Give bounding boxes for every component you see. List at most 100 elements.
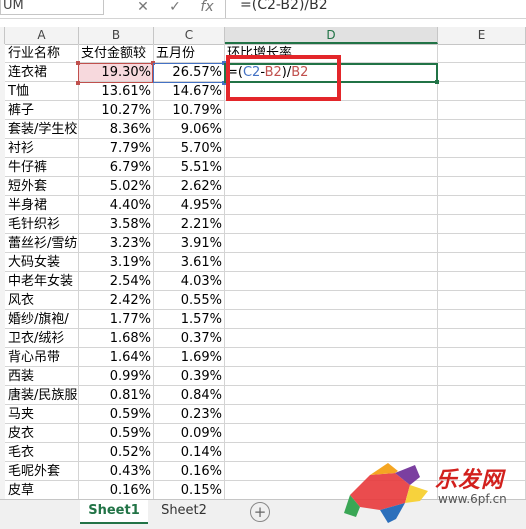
cell-may-share[interactable]: 3.91%	[154, 234, 225, 253]
cell-payment-share[interactable]: 6.79%	[79, 158, 154, 177]
cell-industry-name[interactable]: 唐装/民族服	[5, 386, 79, 405]
cell-empty[interactable]	[438, 177, 526, 196]
cell-may-share[interactable]: 0.16%	[154, 462, 225, 481]
cell-may-share[interactable]: 10.79%	[154, 101, 225, 120]
cell-empty[interactable]	[438, 348, 526, 367]
cell-payment-share[interactable]: 0.99%	[79, 367, 154, 386]
cell-growth-rate[interactable]	[225, 405, 438, 424]
cell-growth-rate[interactable]	[225, 177, 438, 196]
cell-empty[interactable]	[438, 367, 526, 386]
cell-growth-rate[interactable]	[225, 291, 438, 310]
cell-industry-name[interactable]: 大码女装	[5, 253, 79, 272]
cell-may-share[interactable]: 1.57%	[154, 310, 225, 329]
cell-industry-name[interactable]: 牛仔裤	[5, 158, 79, 177]
cell-growth-rate[interactable]	[225, 367, 438, 386]
cell-payment-share[interactable]: 0.81%	[79, 386, 154, 405]
cell-industry-name[interactable]: 套装/学生校	[5, 120, 79, 139]
cell-a1[interactable]: 行业名称	[5, 44, 79, 63]
cell-industry-name[interactable]: 毛呢外套	[5, 462, 79, 481]
name-box[interactable]: UM	[0, 0, 104, 15]
cell-empty[interactable]	[438, 424, 526, 443]
column-header-b[interactable]: B	[79, 27, 154, 44]
cell-empty[interactable]	[438, 272, 526, 291]
cell-empty[interactable]	[438, 63, 526, 82]
reference-handle[interactable]	[76, 61, 80, 65]
cell-industry-name[interactable]: 皮草	[5, 481, 79, 500]
column-header-a[interactable]: A	[5, 27, 79, 44]
cell-payment-share[interactable]: 7.79%	[79, 139, 154, 158]
column-header-d[interactable]: D	[225, 27, 438, 44]
cell-growth-rate[interactable]	[225, 101, 438, 120]
cell-may-share[interactable]: 2.62%	[154, 177, 225, 196]
tab-sheet2[interactable]: Sheet2	[153, 500, 215, 522]
cell-industry-name[interactable]: 连衣裙	[5, 63, 79, 82]
cell-may-share[interactable]: 5.51%	[154, 158, 225, 177]
cell-may-share[interactable]: 0.39%	[154, 367, 225, 386]
cell-payment-share[interactable]: 1.77%	[79, 310, 154, 329]
cell-empty[interactable]	[438, 158, 526, 177]
cell-payment-share[interactable]: 3.19%	[79, 253, 154, 272]
cell-payment-share[interactable]: 3.23%	[79, 234, 154, 253]
cancel-icon[interactable]: ✕	[128, 0, 158, 16]
cell-growth-rate[interactable]	[225, 386, 438, 405]
cell-payment-share[interactable]: 2.54%	[79, 272, 154, 291]
cell-payment-share[interactable]: 5.02%	[79, 177, 154, 196]
fill-handle[interactable]	[435, 80, 439, 84]
cell-empty[interactable]	[438, 215, 526, 234]
cell-growth-rate[interactable]	[225, 424, 438, 443]
cell-empty[interactable]	[438, 120, 526, 139]
cell-payment-share[interactable]: 2.42%	[79, 291, 154, 310]
cell-may-share[interactable]: 2.21%	[154, 215, 225, 234]
cell-may-share[interactable]: 0.55%	[154, 291, 225, 310]
cell-may-share[interactable]: 0.23%	[154, 405, 225, 424]
cell-empty[interactable]	[438, 329, 526, 348]
column-header-e[interactable]: E	[438, 27, 526, 44]
cell-payment-share[interactable]: 0.43%	[79, 462, 154, 481]
cell-industry-name[interactable]: 西装	[5, 367, 79, 386]
cell-payment-share[interactable]: 0.16%	[79, 481, 154, 500]
cell-payment-share[interactable]: 0.52%	[79, 443, 154, 462]
cell-may-share[interactable]: 3.61%	[154, 253, 225, 272]
cell-payment-share[interactable]: 10.27%	[79, 101, 154, 120]
cell-growth-rate[interactable]	[225, 253, 438, 272]
cell-growth-rate[interactable]	[225, 158, 438, 177]
cell-payment-share[interactable]: 1.64%	[79, 348, 154, 367]
cell-industry-name[interactable]: 马夹	[5, 405, 79, 424]
cell-empty[interactable]	[438, 253, 526, 272]
cell-empty[interactable]	[438, 386, 526, 405]
cell-industry-name[interactable]: 毛衣	[5, 443, 79, 462]
cell-growth-rate[interactable]	[225, 234, 438, 253]
cell-e1[interactable]	[438, 44, 526, 63]
formula-input[interactable]: =(C2-B2)/B2	[240, 0, 328, 16]
cell-industry-name[interactable]: 婚纱/旗袍/	[5, 310, 79, 329]
cell-may-share[interactable]: 1.69%	[154, 348, 225, 367]
cell-industry-name[interactable]: 半身裙	[5, 196, 79, 215]
cell-payment-share[interactable]: 3.58%	[79, 215, 154, 234]
cell-payment-share[interactable]: 0.59%	[79, 424, 154, 443]
cell-industry-name[interactable]: 衬衫	[5, 139, 79, 158]
cell-may-share[interactable]: 0.84%	[154, 386, 225, 405]
add-sheet-icon[interactable]: +	[250, 502, 270, 522]
cell-industry-name[interactable]: 裤子	[5, 101, 79, 120]
cell-may-share[interactable]: 0.15%	[154, 481, 225, 500]
cell-growth-rate[interactable]	[225, 348, 438, 367]
cell-empty[interactable]	[438, 405, 526, 424]
insert-function-icon[interactable]: fx	[192, 0, 222, 16]
cell-growth-rate[interactable]	[225, 310, 438, 329]
cell-empty[interactable]	[438, 196, 526, 215]
cell-c1[interactable]: 五月份	[154, 44, 225, 63]
cell-industry-name[interactable]: T恤	[5, 82, 79, 101]
cell-industry-name[interactable]: 皮衣	[5, 424, 79, 443]
cell-growth-rate[interactable]	[225, 215, 438, 234]
cell-may-share[interactable]: 0.14%	[154, 443, 225, 462]
cell-may-share[interactable]: 14.67%	[154, 82, 225, 101]
cell-payment-share[interactable]: 0.59%	[79, 405, 154, 424]
cell-industry-name[interactable]: 风衣	[5, 291, 79, 310]
cell-industry-name[interactable]: 短外套	[5, 177, 79, 196]
cell-industry-name[interactable]: 蕾丝衫/雪纺	[5, 234, 79, 253]
cell-payment-share[interactable]: 8.36%	[79, 120, 154, 139]
cell-empty[interactable]	[438, 310, 526, 329]
cell-growth-rate[interactable]	[225, 196, 438, 215]
cell-payment-share[interactable]: 1.68%	[79, 329, 154, 348]
cell-growth-rate[interactable]	[225, 329, 438, 348]
